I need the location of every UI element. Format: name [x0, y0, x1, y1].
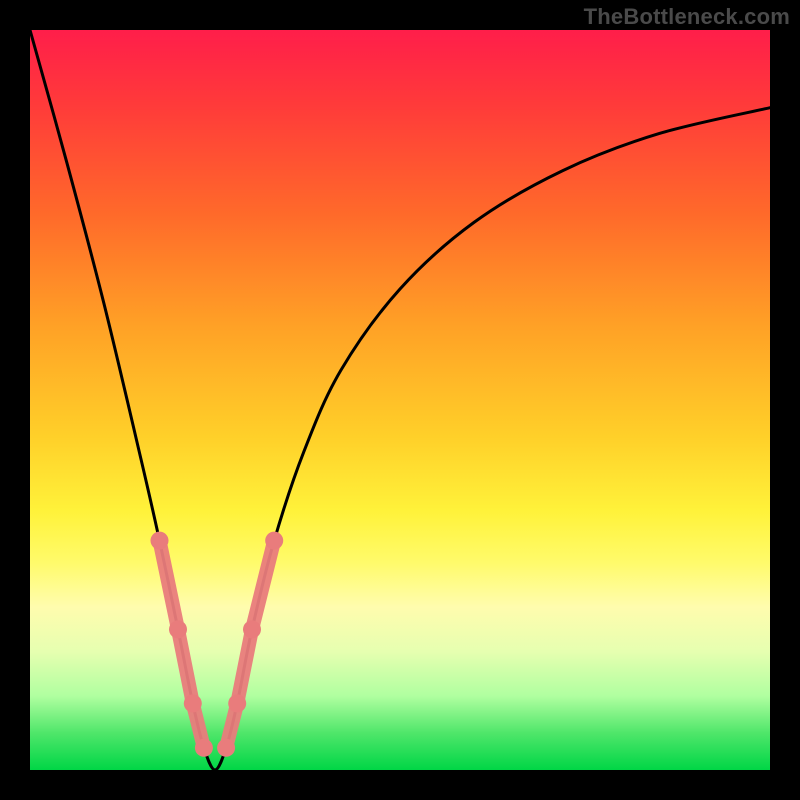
- curve-layer: [30, 30, 770, 770]
- chart-frame: TheBottleneck.com: [0, 0, 800, 800]
- data-markers: [151, 532, 284, 757]
- plot-area: [30, 30, 770, 770]
- watermark-text: TheBottleneck.com: [584, 4, 790, 30]
- bottleneck-curve: [30, 30, 770, 770]
